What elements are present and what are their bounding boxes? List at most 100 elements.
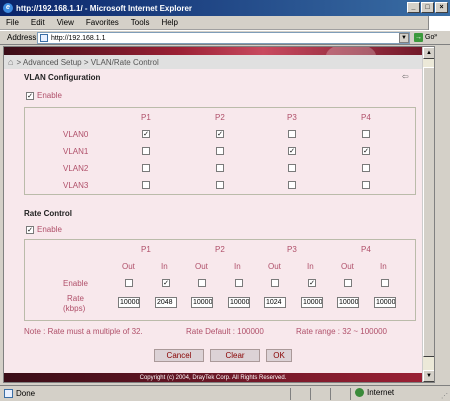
rate-sub-header: In bbox=[380, 262, 387, 271]
vlan-col-p2: P2 bbox=[215, 113, 225, 122]
rate-sub-header: In bbox=[161, 262, 168, 271]
address-dropdown-button[interactable]: ▼ bbox=[399, 33, 409, 43]
vlan3-p1-checkbox[interactable] bbox=[142, 181, 150, 189]
p3-in-rate-input[interactable]: 10000 bbox=[301, 297, 323, 308]
status-bar: Done Internet ⋰ bbox=[0, 385, 450, 401]
menu-tools[interactable]: Tools bbox=[125, 18, 156, 27]
go-label: Go bbox=[425, 34, 435, 41]
p4-out-enable-checkbox[interactable] bbox=[344, 279, 352, 287]
vlan-enable-checkbox[interactable] bbox=[26, 91, 34, 100]
vlan-section-title: VLAN Configuration bbox=[24, 73, 101, 82]
window-titlebar: e http://192.168.1.1/ - Microsoft Intern… bbox=[0, 0, 450, 16]
scroll-up-button[interactable]: ▲ bbox=[423, 47, 434, 59]
p1-out-enable-checkbox[interactable] bbox=[125, 279, 133, 287]
p1-out-rate-input[interactable]: 10000 bbox=[118, 297, 140, 308]
vlan-row-label: VLAN3 bbox=[63, 181, 89, 190]
menu-file[interactable]: File bbox=[0, 18, 25, 27]
vlan1-p1-checkbox[interactable] bbox=[142, 147, 150, 155]
resize-grip-icon[interactable]: ⋰ bbox=[441, 392, 448, 400]
back-arrow-icon[interactable]: ⇦ bbox=[402, 72, 409, 81]
vlan1-p2-checkbox[interactable] bbox=[216, 147, 224, 155]
p3-in-enable-checkbox[interactable] bbox=[308, 279, 316, 287]
p1-in-rate-input[interactable]: 2048 bbox=[155, 297, 177, 308]
home-icon[interactable]: ⌂ bbox=[8, 57, 13, 67]
page-viewport: ⌂ > Advanced Setup > VLAN/Rate Control V… bbox=[3, 46, 435, 383]
vlan1-p4-checkbox[interactable] bbox=[362, 147, 370, 155]
vlan3-p3-checkbox[interactable] bbox=[288, 181, 296, 189]
window-title: http://192.168.1.1/ - Microsoft Internet… bbox=[16, 3, 193, 13]
vlan0-p2-checkbox[interactable] bbox=[216, 130, 224, 138]
vlan2-p1-checkbox[interactable] bbox=[142, 164, 150, 172]
vlan2-p3-checkbox[interactable] bbox=[288, 164, 296, 172]
p4-out-rate-input[interactable]: 10000 bbox=[337, 297, 359, 308]
vlan3-p2-checkbox[interactable] bbox=[216, 181, 224, 189]
rate-default-note: Rate Default : 100000 bbox=[186, 327, 264, 336]
vlan0-p3-checkbox[interactable] bbox=[288, 130, 296, 138]
rate-sub-header: Out bbox=[195, 262, 208, 271]
vlan3-p4-checkbox[interactable] bbox=[362, 181, 370, 189]
vlan2-p2-checkbox[interactable] bbox=[216, 164, 224, 172]
minimize-button[interactable]: _ bbox=[407, 2, 420, 13]
p3-out-rate-input[interactable]: 1024 bbox=[264, 297, 286, 308]
rate-sub-header: Out bbox=[268, 262, 281, 271]
zone-label: Internet bbox=[367, 388, 395, 397]
p4-in-enable-checkbox[interactable] bbox=[381, 279, 389, 287]
menu-edit[interactable]: Edit bbox=[25, 18, 51, 27]
vlan-enable-row: Enable bbox=[26, 91, 62, 100]
links-chevron[interactable]: » bbox=[434, 33, 437, 39]
address-url: http://192.168.1.1 bbox=[51, 34, 106, 42]
address-input[interactable]: http://192.168.1.1 bbox=[37, 32, 410, 44]
windows-logo-icon bbox=[428, 16, 450, 30]
rate-enable-checkbox[interactable] bbox=[26, 225, 34, 234]
rate-col-p1: P1 bbox=[141, 245, 151, 254]
vlan-col-p3: P3 bbox=[287, 113, 297, 122]
p1-in-enable-checkbox[interactable] bbox=[162, 279, 170, 287]
close-button[interactable]: × bbox=[435, 2, 448, 13]
page-icon bbox=[40, 34, 48, 42]
internet-globe-icon bbox=[355, 388, 364, 397]
ok-button[interactable]: OK bbox=[266, 349, 292, 362]
window-controls: _ □ × bbox=[407, 2, 448, 13]
menu-help[interactable]: Help bbox=[155, 18, 183, 27]
p3-out-enable-checkbox[interactable] bbox=[271, 279, 279, 287]
address-label: Address bbox=[7, 33, 37, 42]
content-area: VLAN Configuration ⇦ Enable P1 P2 P3 P4 … bbox=[4, 69, 434, 382]
ie-logo-icon: e bbox=[3, 3, 13, 13]
go-button[interactable]: → Go bbox=[414, 33, 434, 42]
vlan-enable-label: Enable bbox=[37, 91, 62, 100]
breadcrumb-text: > Advanced Setup > VLAN/Rate Control bbox=[16, 57, 159, 67]
p2-out-enable-checkbox[interactable] bbox=[198, 279, 206, 287]
rate-row-unit: (kbps) bbox=[63, 304, 86, 313]
p2-out-rate-input[interactable]: 10000 bbox=[191, 297, 213, 308]
clear-button[interactable]: Clear bbox=[210, 349, 260, 362]
go-arrow-icon: → bbox=[414, 33, 423, 42]
p2-in-enable-checkbox[interactable] bbox=[235, 279, 243, 287]
scroll-down-button[interactable]: ▼ bbox=[423, 370, 434, 382]
menu-favorites[interactable]: Favorites bbox=[80, 18, 125, 27]
page-done-icon bbox=[4, 389, 13, 398]
vlan1-p3-checkbox[interactable] bbox=[288, 147, 296, 155]
scroll-thumb[interactable] bbox=[423, 67, 434, 357]
rate-section-title: Rate Control bbox=[24, 209, 72, 218]
vlan-table: P1 P2 P3 P4 VLAN0 VLAN1 VLAN2 VLAN3 bbox=[24, 107, 416, 195]
vlan0-p4-checkbox[interactable] bbox=[362, 130, 370, 138]
rate-enable-row-label: Enable bbox=[63, 279, 88, 288]
rate-enable-label: Enable bbox=[37, 225, 62, 234]
security-zone: Internet bbox=[355, 388, 394, 397]
vlan-col-p1: P1 bbox=[141, 113, 151, 122]
rate-col-p3: P3 bbox=[287, 245, 297, 254]
p4-in-rate-input[interactable]: 10000 bbox=[374, 297, 396, 308]
copyright-footer: Copyright (c) 2004, DrayTek Corp. All Ri… bbox=[4, 373, 422, 382]
vlan2-p4-checkbox[interactable] bbox=[362, 164, 370, 172]
p2-in-rate-input[interactable]: 10000 bbox=[228, 297, 250, 308]
vlan-row-label: VLAN0 bbox=[63, 130, 89, 139]
rate-sub-header: In bbox=[234, 262, 241, 271]
rate-range-note: Rate range : 32 ~ 100000 bbox=[296, 327, 387, 336]
rate-col-p2: P2 bbox=[215, 245, 225, 254]
menu-view[interactable]: View bbox=[51, 18, 80, 27]
cancel-button[interactable]: Cancel bbox=[154, 349, 204, 362]
maximize-button[interactable]: □ bbox=[421, 2, 434, 13]
vertical-scrollbar[interactable]: ▲ ▼ bbox=[422, 47, 434, 382]
vlan0-p1-checkbox[interactable] bbox=[142, 130, 150, 138]
menu-bar: File Edit View Favorites Tools Help bbox=[0, 16, 450, 30]
